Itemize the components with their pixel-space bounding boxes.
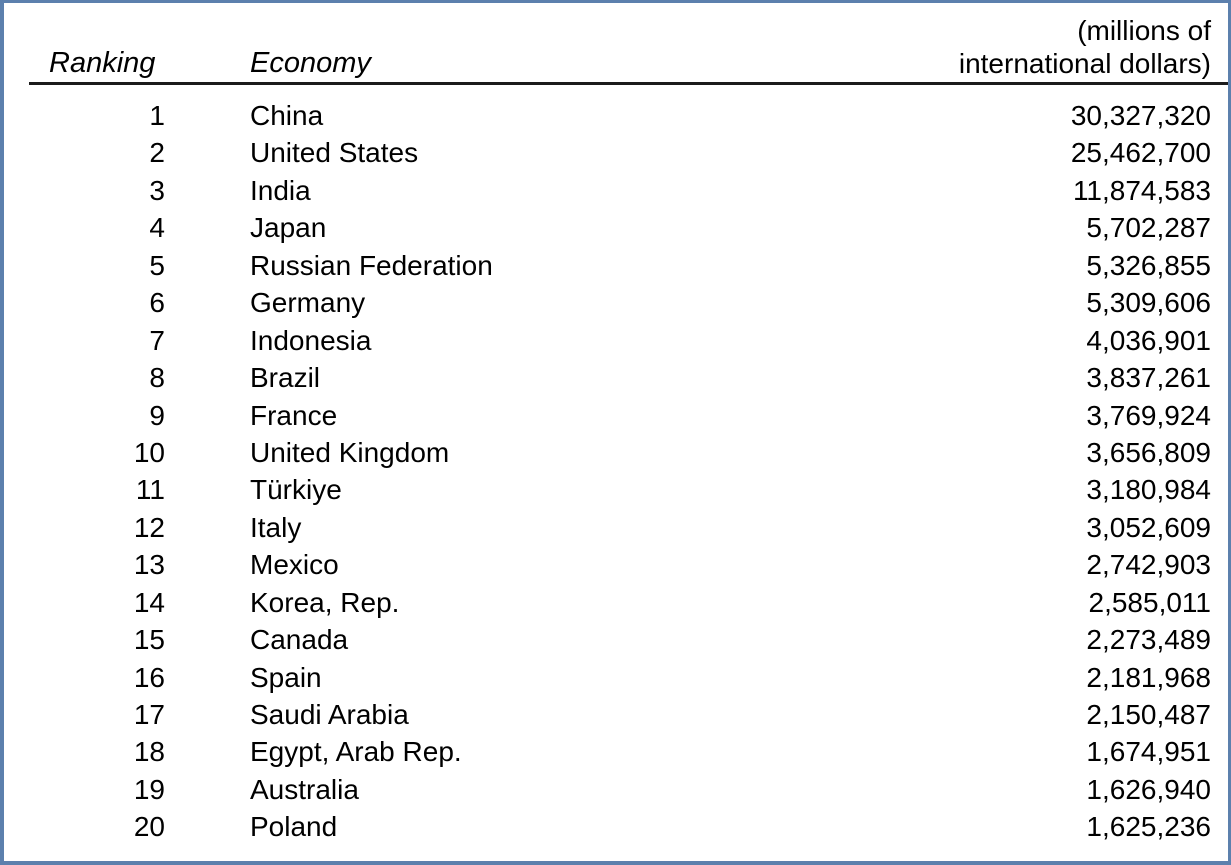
cell-economy: Japan	[250, 212, 327, 244]
cell-value: 3,656,809	[1086, 436, 1211, 468]
table-row: 7 Indonesia 4,036,901	[4, 324, 1228, 361]
column-header-units-line2: international dollars)	[958, 48, 1211, 79]
table-row: 1 China 30,327,320	[4, 99, 1228, 136]
column-header-economy: Economy	[250, 47, 371, 79]
table-row: 9 France 3,769,924	[4, 399, 1228, 436]
cell-value: 3,180,984	[1086, 474, 1211, 506]
cell-economy: Korea, Rep.	[250, 586, 400, 618]
table-surface: Ranking Economy (millions of internation…	[4, 3, 1228, 861]
cell-ranking: 18	[133, 736, 165, 768]
cell-economy: Mexico	[250, 549, 339, 581]
cell-value: 1,674,951	[1086, 736, 1211, 768]
column-header-units-line1: (millions of	[1077, 15, 1211, 46]
cell-economy: Italy	[250, 511, 302, 543]
cell-ranking: 6	[149, 287, 165, 319]
table-row: 18 Egypt, Arab Rep. 1,674,951	[4, 735, 1228, 772]
cell-economy: United Kingdom	[250, 436, 450, 468]
cell-economy: Poland	[250, 811, 338, 843]
table-row: 13 Mexico 2,742,903	[4, 548, 1228, 585]
table-header: Ranking Economy (millions of internation…	[4, 3, 1228, 82]
cell-ranking: 10	[133, 436, 165, 468]
table-body: 1 China 30,327,320 2 United States 25,462,700…	[4, 99, 1228, 848]
cell-ranking: 20	[133, 811, 165, 843]
cell-value: 2,150,487	[1086, 699, 1211, 730]
cell-ranking: 12	[133, 511, 165, 543]
cell-value: 4,036,901	[1086, 324, 1211, 356]
table-row: 14 Korea, Rep. 2,585,011	[4, 586, 1228, 623]
cell-value: 2,742,903	[1086, 549, 1211, 581]
cell-ranking: 8	[149, 362, 165, 394]
cell-ranking: 2	[149, 137, 165, 169]
cell-ranking: 3	[149, 174, 165, 206]
cell-economy: India	[250, 174, 311, 206]
table-row: 17 Saudi Arabia 2,150,487	[4, 698, 1228, 735]
table-row: 8 Brazil 3,837,261	[4, 361, 1228, 398]
table-row: 5 Russian Federation 5,326,855	[4, 249, 1228, 286]
table-row: 2 United States 25,462,700	[4, 136, 1228, 173]
table-row: 15 Canada 2,273,489	[4, 623, 1228, 660]
cell-ranking: 14	[133, 586, 165, 618]
table-row: 6 Germany 5,309,606	[4, 286, 1228, 323]
cell-ranking: 4	[149, 212, 165, 244]
cell-economy: Germany	[250, 287, 366, 319]
table-row: 10 United Kingdom 3,656,809	[4, 436, 1228, 473]
cell-value: 1,626,940	[1086, 773, 1211, 805]
cell-economy: Spain	[250, 661, 322, 693]
cell-value: 5,309,606	[1086, 287, 1211, 319]
cell-ranking: 9	[149, 399, 165, 431]
cell-value: 1,625,236	[1086, 811, 1211, 843]
cell-value: 2,181,968	[1086, 661, 1211, 693]
header-divider-rule	[29, 82, 1228, 85]
ranking-table-figure: Ranking Economy (millions of internation…	[0, 0, 1231, 865]
cell-economy: Türkiye	[250, 474, 342, 506]
cell-ranking: 19	[133, 773, 165, 805]
cell-ranking: 11	[135, 474, 165, 506]
table-row: 11 Türkiye 3,180,984	[4, 473, 1228, 510]
cell-ranking: 7	[149, 324, 165, 356]
column-header-ranking: Ranking	[49, 47, 156, 79]
cell-economy: France	[250, 399, 338, 431]
cell-economy: Saudi Arabia	[250, 699, 409, 730]
cell-economy: China	[250, 100, 324, 131]
cell-value: 3,837,261	[1086, 362, 1211, 394]
cell-value: 2,585,011	[1088, 586, 1212, 618]
cell-economy: Australia	[250, 773, 359, 805]
table-row: 16 Spain 2,181,968	[4, 661, 1228, 698]
table-row: 3 India 11,874,583	[4, 174, 1228, 211]
table-row: 20 Poland 1,625,236	[4, 810, 1228, 847]
cell-ranking: 5	[149, 249, 165, 281]
cell-value: 3,769,924	[1086, 399, 1211, 431]
cell-ranking: 13	[133, 549, 165, 581]
table-row: 4 Japan 5,702,287	[4, 211, 1228, 248]
cell-economy: Indonesia	[250, 324, 372, 356]
cell-economy: Russian Federation	[250, 249, 493, 281]
cell-value: 25,462,700	[1070, 137, 1211, 169]
cell-value: 30,327,320	[1070, 100, 1211, 131]
cell-value: 2,273,489	[1086, 624, 1211, 656]
column-header-units: (millions of international dollars)	[959, 14, 1211, 80]
cell-economy: Egypt, Arab Rep.	[250, 736, 462, 768]
cell-value: 3,052,609	[1086, 511, 1211, 543]
cell-economy: Canada	[250, 624, 349, 656]
table-row: 12 Italy 3,052,609	[4, 511, 1228, 548]
cell-ranking: 16	[133, 661, 165, 693]
cell-ranking: 15	[133, 624, 165, 656]
cell-value: 5,326,855	[1086, 249, 1211, 281]
cell-economy: United States	[250, 137, 419, 169]
cell-ranking: 17	[133, 699, 165, 730]
cell-ranking: 1	[149, 100, 165, 131]
cell-value: 11,874,583	[1072, 174, 1211, 206]
cell-economy: Brazil	[250, 362, 321, 394]
table-row: 19 Australia 1,626,940	[4, 773, 1228, 810]
cell-value: 5,702,287	[1086, 212, 1211, 244]
